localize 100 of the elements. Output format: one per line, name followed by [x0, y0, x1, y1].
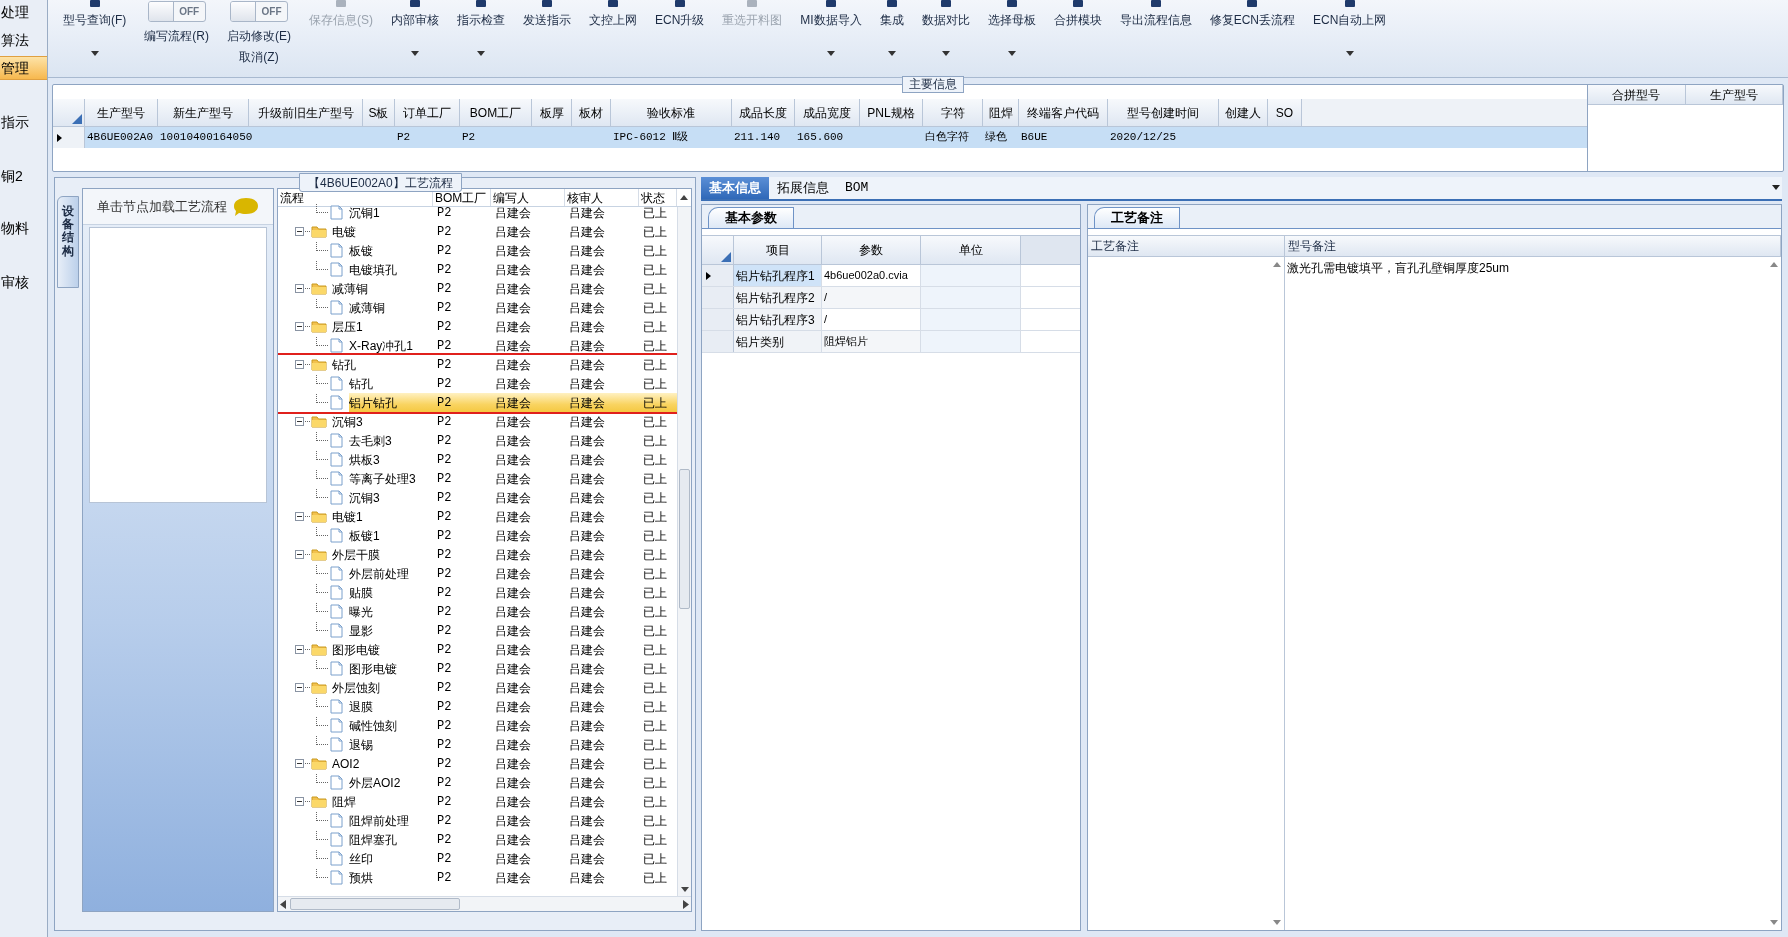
- column-header[interactable]: 生产型号: [1685, 85, 1783, 104]
- collapse-toggle-icon[interactable]: [295, 550, 304, 559]
- collapse-toggle-icon[interactable]: [295, 417, 304, 426]
- toolbar-button[interactable]: 发送指示: [523, 0, 571, 77]
- column-header[interactable]: 型号创建时间: [1108, 99, 1219, 127]
- column-header[interactable]: 生产型号: [85, 99, 158, 127]
- tree-row[interactable]: 沉铜1 P2 吕建会 吕建会 已上: [349, 203, 677, 222]
- tree-row[interactable]: 烘板3 P2 吕建会 吕建会 已上: [349, 450, 677, 469]
- column-header[interactable]: 型号备注: [1285, 236, 1781, 256]
- collapse-toggle-icon[interactable]: [295, 227, 304, 236]
- tree-row[interactable]: 预烘 P2 吕建会 吕建会 已上: [349, 868, 677, 887]
- tree-row[interactable]: 沉铜3 P2 吕建会 吕建会 已上: [349, 488, 677, 507]
- tree-row[interactable]: 图形电镀 P2 吕建会 吕建会 已上: [349, 659, 677, 678]
- tree-row[interactable]: 等离子处理3 P2 吕建会 吕建会 已上: [349, 469, 677, 488]
- toolbar-button[interactable]: 数据对比: [921, 0, 970, 77]
- nav-item[interactable]: 管理: [0, 56, 47, 80]
- collapse-toggle-icon[interactable]: [295, 797, 304, 806]
- column-header[interactable]: 单位: [921, 236, 1021, 264]
- tree-row[interactable]: 阻焊 P2 吕建会 吕建会 已上: [332, 792, 677, 811]
- sub-tab[interactable]: 工艺备注: [1094, 207, 1180, 228]
- column-header[interactable]: 新生产型号: [158, 99, 249, 127]
- toolbar-button[interactable]: 文控上网: [589, 0, 637, 77]
- tree-row[interactable]: 电镀填孔 P2 吕建会 吕建会 已上: [349, 260, 677, 279]
- column-header[interactable]: 合拼型号: [1588, 85, 1686, 104]
- tree-row[interactable]: 退锡 P2 吕建会 吕建会 已上: [349, 735, 677, 754]
- tree-row[interactable]: 丝印 P2 吕建会 吕建会 已上: [349, 849, 677, 868]
- toggle-switch[interactable]: OFF: [147, 1, 206, 22]
- tree-row[interactable]: 阻焊前处理 P2 吕建会 吕建会 已上: [349, 811, 677, 830]
- side-tab[interactable]: 设备结构: [57, 196, 79, 288]
- toolbar-button[interactable]: 指示检查: [457, 0, 505, 77]
- column-header[interactable]: 板材: [572, 99, 611, 127]
- nav-item[interactable]: 铜2: [0, 164, 47, 188]
- tree-row[interactable]: 板镀1 P2 吕建会 吕建会 已上: [349, 526, 677, 545]
- tree-row[interactable]: 钻孔 P2 吕建会 吕建会 已上: [332, 355, 677, 374]
- column-header[interactable]: 阻焊: [983, 99, 1019, 127]
- toggle-switch[interactable]: OFF: [230, 1, 288, 22]
- column-header[interactable]: 升级前旧生产型号: [249, 99, 363, 127]
- collapse-toggle-icon[interactable]: [295, 683, 304, 692]
- toolbar-button[interactable]: ECN自动上网: [1313, 0, 1387, 77]
- tree-row[interactable]: 碱性蚀刻 P2 吕建会 吕建会 已上: [349, 716, 677, 735]
- tree-row[interactable]: 退膜 P2 吕建会 吕建会 已上: [349, 697, 677, 716]
- nav-item[interactable]: 指示: [0, 110, 47, 134]
- tree-row[interactable]: 电镀 P2 吕建会 吕建会 已上: [332, 222, 677, 241]
- column-header[interactable]: 板厚: [532, 99, 572, 127]
- column-header[interactable]: 字符: [923, 99, 983, 127]
- collapse-toggle-icon[interactable]: [295, 284, 304, 293]
- tree-row[interactable]: 显影 P2 吕建会 吕建会 已上: [349, 621, 677, 640]
- column-header[interactable]: 订单工厂: [395, 99, 460, 127]
- column-header[interactable]: BOM工厂: [460, 99, 532, 127]
- column-header[interactable]: 终端客户代码: [1019, 99, 1108, 127]
- collapse-toggle-icon[interactable]: [295, 645, 304, 654]
- tab[interactable]: BOM: [837, 177, 877, 199]
- collapse-toggle-icon[interactable]: [295, 360, 304, 369]
- scrollbar-thumb[interactable]: [290, 898, 460, 910]
- toolbar-button[interactable]: 合拼模块: [1053, 0, 1102, 77]
- tab[interactable]: 拓展信息: [769, 177, 837, 199]
- tree-row[interactable]: 外层干膜 P2 吕建会 吕建会 已上: [332, 545, 677, 564]
- tree-row[interactable]: 减薄铜 P2 吕建会 吕建会 已上: [332, 279, 677, 298]
- tree-row[interactable]: 铝片钻孔 P2 吕建会 吕建会 已上: [349, 393, 677, 412]
- toolbar-button[interactable]: 修复ECN丢流程: [1209, 0, 1296, 77]
- column-header[interactable]: 状态: [639, 189, 677, 206]
- column-header[interactable]: 验收标准: [611, 99, 732, 127]
- collapse-toggle-icon[interactable]: [295, 759, 304, 768]
- toolbar-button[interactable]: MI数据导入: [800, 0, 862, 77]
- tree-row[interactable]: 去毛刺3 P2 吕建会 吕建会 已上: [349, 431, 677, 450]
- nav-item[interactable]: 处理: [0, 0, 47, 24]
- column-header[interactable]: PNL规格: [860, 99, 923, 127]
- tree-row[interactable]: 外层蚀刻 P2 吕建会 吕建会 已上: [332, 678, 677, 697]
- column-header[interactable]: 成品长度: [732, 99, 795, 127]
- column-header[interactable]: S板: [363, 99, 395, 127]
- tree-row[interactable]: 板镀 P2 吕建会 吕建会 已上: [349, 241, 677, 260]
- nav-item[interactable]: 审核: [0, 270, 47, 294]
- column-header[interactable]: SO: [1268, 99, 1302, 127]
- tree-row[interactable]: 图形电镀 P2 吕建会 吕建会 已上: [332, 640, 677, 659]
- tree-row[interactable]: X-Ray冲孔1 P2 吕建会 吕建会 已上: [349, 336, 677, 355]
- tree-row[interactable]: 钻孔 P2 吕建会 吕建会 已上: [349, 374, 677, 393]
- tree-row[interactable]: 阻焊塞孔 P2 吕建会 吕建会 已上: [349, 830, 677, 849]
- toolbar-button[interactable]: 选择母板: [987, 0, 1036, 77]
- column-header[interactable]: 项目: [734, 236, 822, 264]
- tree-row[interactable]: AOI2 P2 吕建会 吕建会 已上: [332, 754, 677, 773]
- column-header[interactable]: 参数: [822, 236, 921, 264]
- table-row[interactable]: 4B6UE002A0 10010400164050 P2 P2 IPC-6012 Ⅱ级 211.140 165.600 白色字符 绿色 B6UE 2020/12/25: [53, 127, 1587, 148]
- column-header[interactable]: 成品宽度: [795, 99, 860, 127]
- tree-row[interactable]: 外层AOI2 P2 吕建会 吕建会 已上: [349, 773, 677, 792]
- sub-tab[interactable]: 基本参数: [708, 207, 794, 228]
- tree-row[interactable]: 曝光 P2 吕建会 吕建会 已上: [349, 602, 677, 621]
- tab[interactable]: 基本信息: [701, 177, 769, 199]
- nav-item[interactable]: 算法: [0, 28, 47, 52]
- column-header[interactable]: 工艺备注: [1088, 236, 1285, 256]
- tree-row[interactable]: 沉铜3 P2 吕建会 吕建会 已上: [332, 412, 677, 431]
- toolbar-button[interactable]: 集成: [879, 0, 904, 77]
- tree-row[interactable]: 电镀1 P2 吕建会 吕建会 已上: [332, 507, 677, 526]
- tree-row[interactable]: 层压1 P2 吕建会 吕建会 已上: [332, 317, 677, 336]
- toolbar-button[interactable]: 型号查询(F): [63, 0, 127, 77]
- column-header[interactable]: 创建人: [1219, 99, 1268, 127]
- collapse-toggle-icon[interactable]: [295, 512, 304, 521]
- tree-row[interactable]: 外层前处理 P2 吕建会 吕建会 已上: [349, 564, 677, 583]
- toolbar-button[interactable]: ECN升级: [655, 0, 705, 77]
- column-header[interactable]: 核审人: [565, 189, 639, 206]
- tree-row[interactable]: 贴膜 P2 吕建会 吕建会 已上: [349, 583, 677, 602]
